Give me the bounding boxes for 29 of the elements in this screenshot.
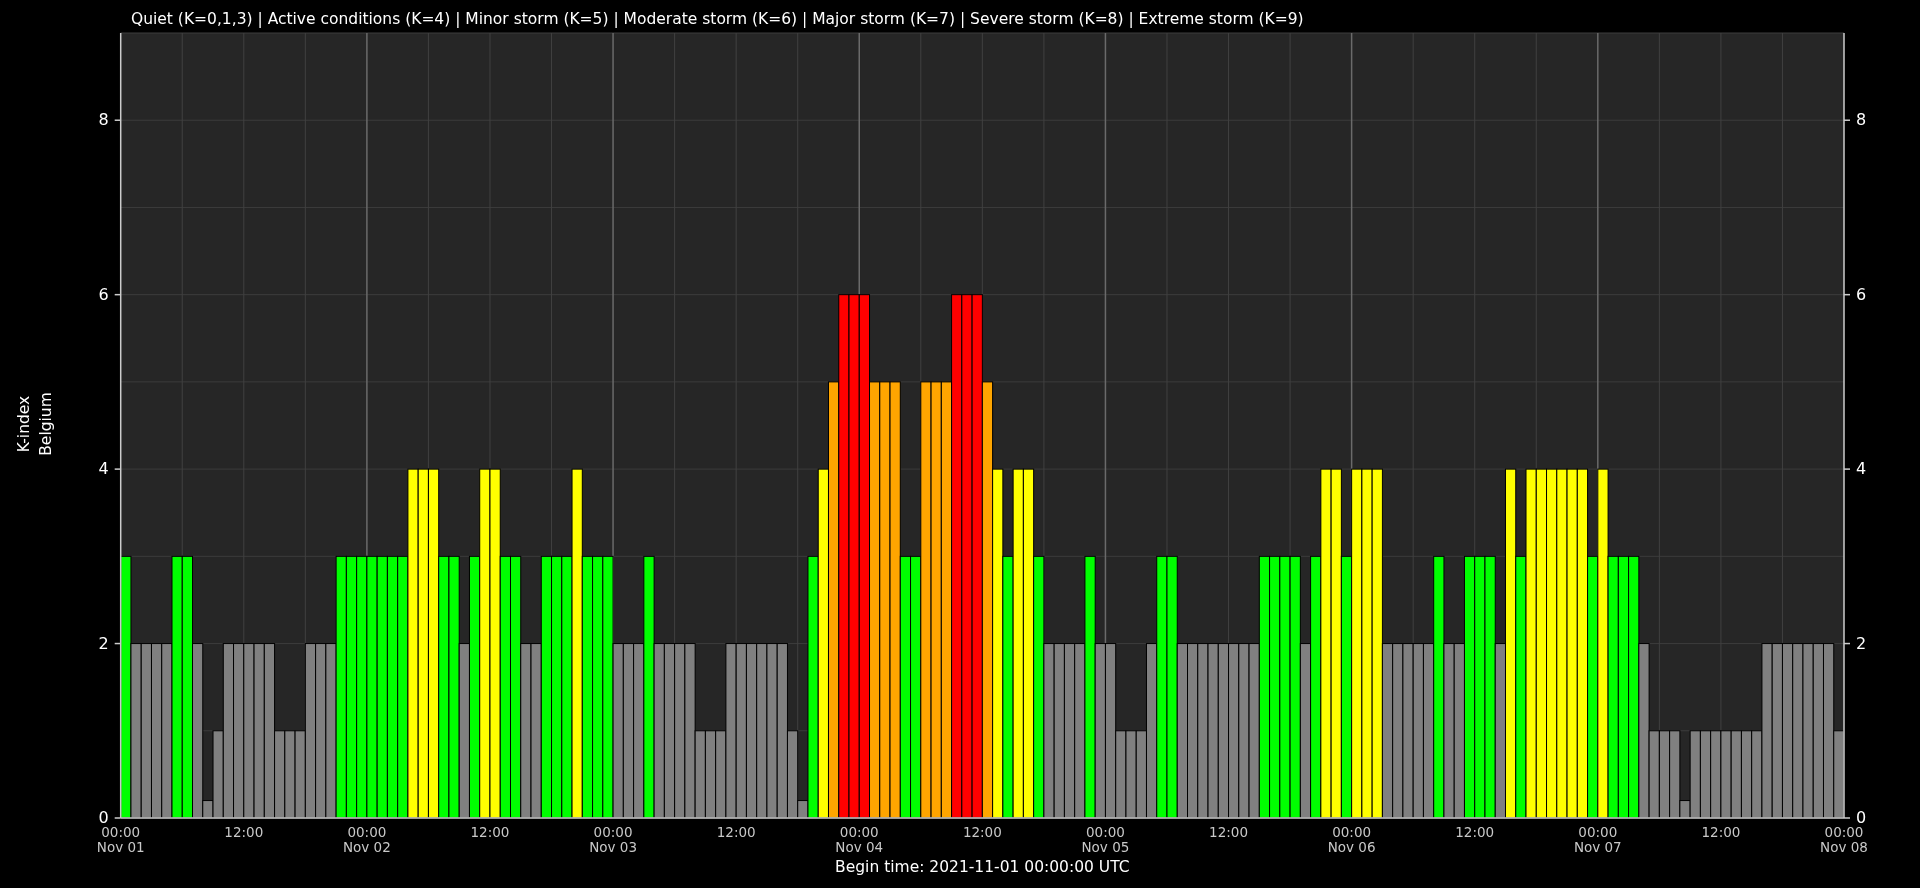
x-tick-label: 12:00 bbox=[1455, 824, 1495, 840]
x-tick-label: 00:00 Nov 05 bbox=[1081, 824, 1130, 855]
x-tick-label: 12:00 bbox=[716, 824, 756, 840]
y-tick-label: 4 bbox=[1856, 459, 1867, 479]
x-tick-label: 12:00 bbox=[962, 824, 1002, 840]
y-tick-label: 2 bbox=[98, 633, 109, 653]
x-axis-label: Begin time: 2021-11-01 00:00:00 UTC bbox=[835, 858, 1130, 876]
x-tick-label: 00:00 Nov 01 bbox=[96, 824, 145, 855]
y-tick-label: 0 bbox=[1856, 808, 1867, 827]
y-axis-label: Belgium bbox=[37, 392, 55, 456]
x-tick-label: 00:00 Nov 08 bbox=[1820, 824, 1868, 855]
x-tick-label: 12:00 bbox=[224, 824, 264, 840]
y-tick-label: 6 bbox=[98, 284, 109, 304]
y-tick-label: 8 bbox=[98, 110, 109, 130]
y-tick-label: 6 bbox=[1856, 284, 1867, 304]
x-tick-label: 12:00 bbox=[1701, 824, 1741, 840]
x-tick-label: 00:00 Nov 06 bbox=[1327, 824, 1376, 855]
x-tick-label: 00:00 Nov 07 bbox=[1573, 824, 1622, 855]
x-tick-label: 00:00 Nov 02 bbox=[342, 824, 391, 855]
x-tick-label: 12:00 bbox=[470, 824, 510, 840]
y-tick-label: 0 bbox=[98, 808, 109, 827]
y-axis-label: K-index bbox=[15, 395, 33, 453]
x-tick-label: 12:00 bbox=[1209, 824, 1248, 840]
chart-title: Quiet (K=0,1,3) | Active conditions (K=4) | Minor storm (K=5) | Moderate storm (K=6) | Major storm (K=7) | Severe storm (K=8) | Extreme storm (K=9) bbox=[131, 10, 1304, 28]
x-tick-label: 00:00 Nov 04 bbox=[835, 824, 884, 855]
y-tick-label: 4 bbox=[98, 459, 109, 479]
y-tick-label: 8 bbox=[1856, 110, 1867, 130]
y-tick-label: 2 bbox=[1856, 633, 1867, 653]
x-tick-label: 00:00 Nov 03 bbox=[589, 824, 637, 855]
